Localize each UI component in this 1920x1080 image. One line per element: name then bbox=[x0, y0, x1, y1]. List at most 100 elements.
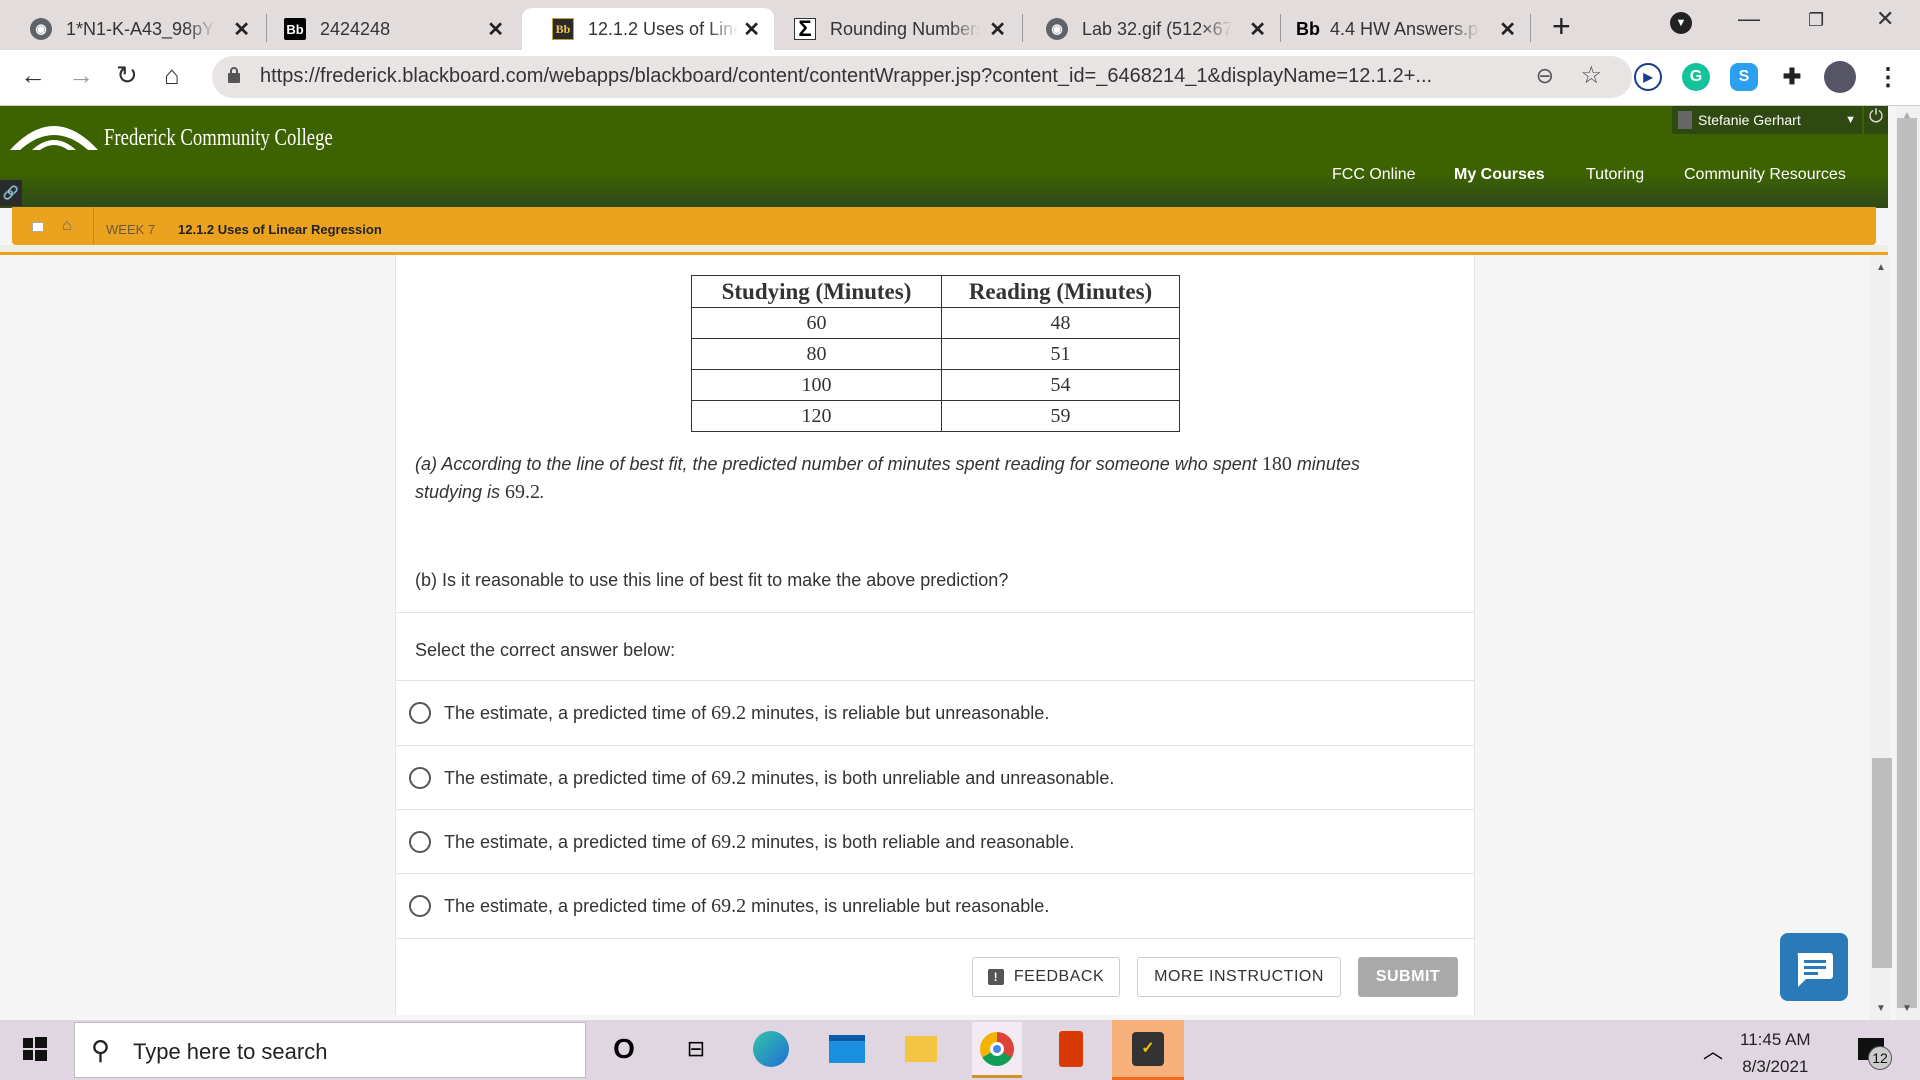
notification-count-badge: 12 bbox=[1868, 1046, 1892, 1070]
option-label[interactable]: The estimate, a predicted time of 69.2 m… bbox=[444, 767, 1114, 790]
nav-fcc-online[interactable]: FCC Online bbox=[1332, 166, 1416, 184]
close-window-icon[interactable]: ✕ bbox=[1876, 6, 1894, 32]
profile-avatar[interactable] bbox=[1824, 61, 1856, 93]
menu-toggle-icon[interactable] bbox=[32, 222, 44, 232]
home-icon[interactable]: ⌂ bbox=[164, 60, 180, 91]
breadcrumb-separator-icon: › bbox=[164, 221, 169, 236]
table-cell: 100 bbox=[691, 369, 942, 401]
search-placeholder: Type here to search bbox=[133, 1039, 328, 1064]
page-scrollbar-thumb[interactable] bbox=[1897, 118, 1917, 1008]
restore-icon[interactable]: ❐ bbox=[1808, 10, 1824, 31]
radio-button[interactable] bbox=[409, 831, 431, 853]
scroll-down-icon[interactable]: ▼ bbox=[1902, 1003, 1912, 1014]
close-tab-icon[interactable]: ✕ bbox=[233, 17, 250, 42]
notification-center-icon[interactable]: 12 bbox=[1850, 1028, 1892, 1070]
grammarly-icon[interactable]: G bbox=[1682, 63, 1710, 91]
search-icon: ⚲ bbox=[91, 1035, 111, 1065]
chat-button[interactable] bbox=[1780, 933, 1848, 1001]
mail-icon[interactable] bbox=[826, 1028, 868, 1070]
feedback-button[interactable]: ! FEEDBACK bbox=[972, 957, 1120, 997]
scroll-down-icon[interactable]: ▼ bbox=[1876, 1003, 1886, 1014]
office-icon[interactable] bbox=[1050, 1028, 1092, 1070]
option-label[interactable]: The estimate, a predicted time of 69.2 m… bbox=[444, 702, 1049, 725]
answer-option-0[interactable]: The estimate, a predicted time of 69.2 m… bbox=[396, 681, 1474, 745]
radio-button[interactable] bbox=[409, 702, 431, 724]
show-hidden-icons-chevron[interactable]: ︿ bbox=[1692, 1028, 1734, 1070]
tab-3[interactable]: Σ Rounding Numbers ✕ bbox=[764, 8, 1020, 50]
minimize-icon[interactable]: — bbox=[1738, 6, 1760, 32]
extensions-puzzle-icon[interactable]: ✚ bbox=[1778, 63, 1806, 91]
url-text[interactable]: https://frederick.blackboard.com/webapps… bbox=[260, 65, 1432, 88]
reload-icon[interactable]: ↻ bbox=[116, 60, 138, 91]
college-logo[interactable]: Frederick Community College bbox=[8, 116, 397, 152]
edge-icon[interactable] bbox=[750, 1028, 792, 1070]
chevron-down-icon: ▼ bbox=[1845, 114, 1856, 126]
taskbar-search-input[interactable]: ⚲ Type here to search bbox=[74, 1022, 586, 1078]
breadcrumb-week[interactable]: WEEK 7 bbox=[106, 222, 155, 237]
close-tab-icon[interactable]: ✕ bbox=[1499, 17, 1516, 42]
lock-icon bbox=[228, 67, 240, 83]
close-tab-icon[interactable]: ✕ bbox=[989, 17, 1006, 42]
part-a-segment: (a) According to the line of best fit, t… bbox=[415, 454, 1262, 474]
arch-logo-icon bbox=[10, 126, 98, 150]
option-label[interactable]: The estimate, a predicted time of 69.2 m… bbox=[444, 831, 1074, 854]
table-cell: 54 bbox=[941, 369, 1180, 401]
scroll-up-icon[interactable]: ▲ bbox=[1876, 262, 1886, 273]
forward-icon[interactable]: → bbox=[68, 60, 94, 91]
nav-tutoring[interactable]: Tutoring bbox=[1586, 166, 1644, 184]
cortana-icon[interactable]: O bbox=[603, 1028, 645, 1070]
table-row: 100 54 bbox=[691, 369, 1180, 401]
globe-icon: ◉ bbox=[30, 18, 52, 40]
option-text: The estimate, a predicted time of bbox=[444, 831, 712, 852]
table-cell: 60 bbox=[691, 307, 942, 339]
logout-power-icon[interactable]: ⏻ bbox=[1864, 106, 1888, 134]
math-value: 69.2 bbox=[711, 830, 747, 853]
home-icon[interactable]: ⌂ bbox=[62, 217, 72, 235]
answer-option-3[interactable]: The estimate, a predicted time of 69.2 m… bbox=[396, 874, 1474, 938]
tab-0[interactable]: ◉ 1*N1-K-A43_98pYZ ✕ bbox=[0, 8, 264, 50]
more-instruction-button[interactable]: MORE INSTRUCTION bbox=[1137, 957, 1341, 997]
back-icon[interactable]: ← bbox=[20, 60, 46, 91]
close-tab-icon[interactable]: ✕ bbox=[743, 17, 760, 42]
system-clock[interactable]: 11:45 AM 8/3/2021 bbox=[1740, 1026, 1811, 1080]
table-row: 80 51 bbox=[691, 338, 1180, 370]
close-tab-icon[interactable]: ✕ bbox=[487, 17, 504, 42]
zoom-out-icon[interactable]: ⊖ bbox=[1536, 63, 1554, 89]
scroll-up-icon[interactable]: ▲ bbox=[1902, 110, 1912, 121]
column-header: Reading (Minutes) bbox=[941, 275, 1180, 308]
table-row: 60 48 bbox=[691, 307, 1180, 339]
close-tab-icon[interactable]: ✕ bbox=[1249, 17, 1266, 42]
file-explorer-icon[interactable] bbox=[900, 1028, 942, 1070]
nav-my-courses[interactable]: My Courses bbox=[1454, 166, 1545, 184]
windows-start-icon[interactable] bbox=[14, 1028, 56, 1070]
bookmark-star-icon[interactable]: ☆ bbox=[1580, 61, 1602, 90]
tab-1[interactable]: Bb 2424248 ✕ bbox=[254, 8, 518, 50]
task-view-icon[interactable]: ⊟ bbox=[675, 1028, 717, 1070]
option-label[interactable]: The estimate, a predicted time of 69.2 m… bbox=[444, 895, 1049, 918]
windows-taskbar: ⚲ Type here to search O ⊟ ✓ ︿ 11:45 AM 8… bbox=[0, 1020, 1920, 1080]
skype-icon[interactable]: S bbox=[1730, 63, 1758, 91]
college-name: Frederick Community College bbox=[104, 125, 333, 151]
math-value: 69.2 bbox=[711, 766, 747, 789]
part-a-segment: studying is bbox=[415, 482, 506, 502]
norton-icon[interactable]: ✓ bbox=[1112, 1020, 1184, 1080]
chrome-icon[interactable] bbox=[972, 1022, 1022, 1078]
tab-search-icon[interactable]: ▼ bbox=[1670, 12, 1692, 34]
nav-community-resources[interactable]: Community Resources bbox=[1684, 166, 1846, 184]
answer-option-1[interactable]: The estimate, a predicted time of 69.2 m… bbox=[396, 746, 1474, 810]
address-bar[interactable]: https://frederick.blackboard.com/webapps… bbox=[212, 56, 1632, 98]
submit-button[interactable]: SUBMIT bbox=[1358, 957, 1458, 997]
user-menu[interactable]: Stefanie Gerhart ▼ bbox=[1672, 106, 1862, 134]
tab-2-active[interactable]: Bb 12.1.2 Uses of Linea ✕ bbox=[522, 8, 774, 50]
link-icon[interactable]: 🔗 bbox=[0, 180, 22, 206]
content-scrollbar-thumb[interactable] bbox=[1872, 758, 1892, 968]
radio-button[interactable] bbox=[409, 895, 431, 917]
play-extension-icon[interactable]: ▶ bbox=[1634, 63, 1662, 91]
radio-button[interactable] bbox=[409, 767, 431, 789]
answer-option-2[interactable]: The estimate, a predicted time of 69.2 m… bbox=[396, 810, 1474, 874]
menu-kebab-icon[interactable]: ⋮ bbox=[1874, 63, 1902, 91]
tab-4[interactable]: ◉ Lab 32.gif (512×674 ✕ bbox=[1016, 8, 1280, 50]
tab-5[interactable]: Bb 4.4 HW Answers.pdf ✕ bbox=[1266, 8, 1530, 50]
sigma-icon: Σ bbox=[794, 16, 816, 41]
new-tab-button[interactable]: + bbox=[1552, 8, 1571, 45]
